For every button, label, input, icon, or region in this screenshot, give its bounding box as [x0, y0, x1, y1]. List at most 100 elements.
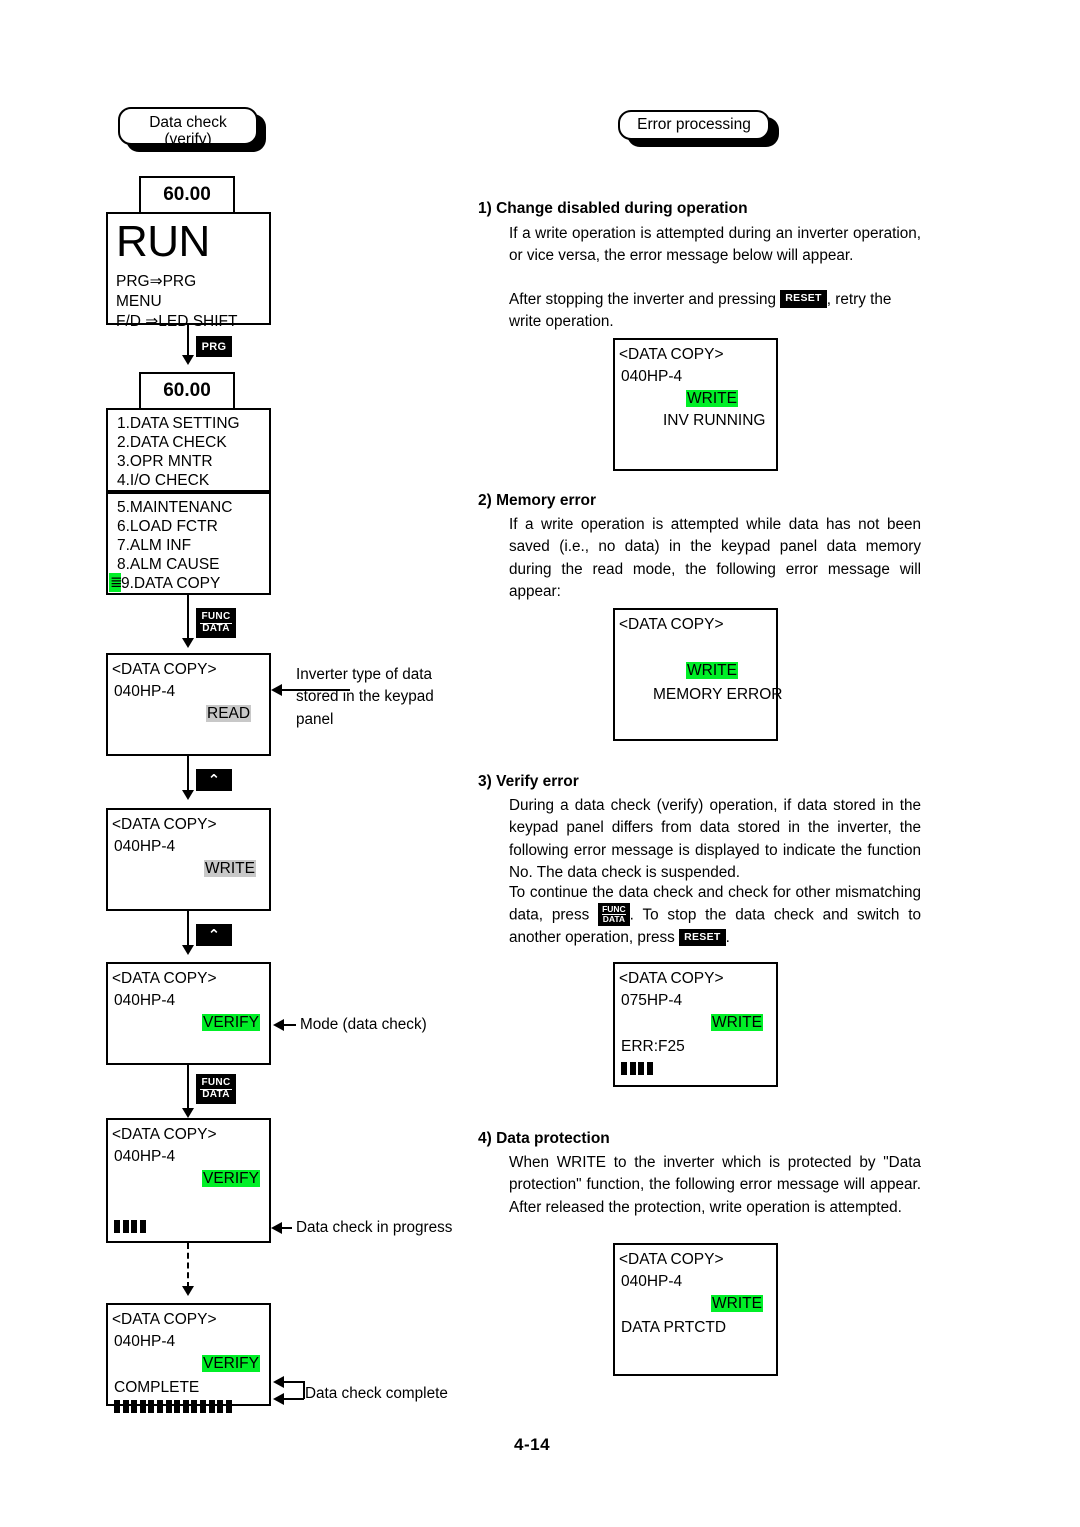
lcd-run-title: RUN	[116, 217, 210, 266]
lcd-progress-title: <DATA COPY>	[112, 1126, 217, 1143]
lcd-error-4-mode: WRITE	[711, 1295, 763, 1312]
lcd-write-title: <DATA COPY>	[112, 816, 217, 833]
func-data-key-inline[interactable]: FUNC DATA	[598, 903, 630, 927]
callout-arrow-progress	[271, 1222, 282, 1234]
callout-arrow-read	[271, 684, 282, 696]
lcd-read-mode: READ	[206, 705, 252, 722]
lcd-complete-status: COMPLETE	[114, 1379, 200, 1396]
lcd-complete-model: 040HP-4	[114, 1333, 176, 1350]
lcd-error-1-mode: WRITE	[686, 390, 738, 407]
lcd-verify-mode: VERIFY	[202, 1014, 260, 1031]
lcd-error-4-title: <DATA COPY>	[619, 1251, 724, 1268]
banner-error-processing-label: Error processing	[637, 116, 751, 133]
callout-line-verify	[284, 1024, 296, 1026]
arrow-run-to-menu	[182, 355, 194, 365]
section-2-heading: 2) Memory error	[478, 492, 597, 509]
lcd-run-tab-value: 60.00	[163, 184, 211, 205]
key-up-button-2[interactable]: ⌃	[196, 924, 232, 946]
key-prg-label: PRG	[201, 340, 227, 353]
lcd-complete-bar	[114, 1400, 232, 1413]
lcd-progress-model: 040HP-4	[114, 1148, 176, 1165]
banner-data-check-line1: Data check	[149, 114, 227, 131]
callout-line-complete-1	[284, 1381, 304, 1383]
lcd-complete-screen: <DATA COPY> 040HP-4 VERIFY COMPLETE	[106, 1303, 271, 1413]
lcd-write-mode: WRITE	[204, 860, 256, 877]
lcd-write-screen: <DATA COPY> 040HP-4 WRITE	[106, 808, 271, 911]
callout-line-read	[282, 689, 350, 691]
lcd-error-1-title: <DATA COPY>	[619, 346, 724, 363]
lcd-complete-title: <DATA COPY>	[112, 1311, 217, 1328]
lcd-error-data-protect: <DATA COPY> 040HP-4 WRITE DATA PRTCTD	[613, 1243, 778, 1376]
lcd-error-3-bar	[621, 1062, 653, 1075]
callout-text-complete: Data check complete	[305, 1385, 448, 1402]
callout-line-complete-3	[303, 1381, 305, 1399]
lcd-error-2-title: <DATA COPY>	[619, 616, 724, 633]
connector-read-to-write	[187, 756, 189, 794]
callout-text-progress: Data check in progress	[296, 1219, 453, 1236]
lcd-error-3-mode: WRITE	[711, 1014, 763, 1031]
lcd-progress-bar	[114, 1220, 146, 1233]
banner-data-check: Data check (verify)	[118, 107, 258, 149]
lcd-error-3-message: ERR:F25	[621, 1038, 685, 1055]
key-func-data-button-1[interactable]: FUNC DATA	[196, 608, 236, 638]
connector-verify-to-progress	[187, 1065, 189, 1110]
menu-item-4[interactable]: 4.I/O CHECK	[117, 470, 209, 492]
callout-arrow-verify	[273, 1019, 284, 1031]
section-3-heading: 3) Verify error	[478, 773, 579, 790]
page-number: 4-14	[514, 1435, 551, 1454]
section-1-heading: 1) Change disabled during operation	[478, 200, 748, 217]
lcd-run-line3: F/D ⇒LED SHIFT	[116, 313, 238, 330]
key-up-button-1[interactable]: ⌃	[196, 769, 232, 791]
callout-text-read: Inverter type of data stored in the keyp…	[296, 666, 434, 728]
section-3-paragraph-b: To continue the data check and check for…	[509, 882, 921, 950]
lcd-verify-title: <DATA COPY>	[112, 970, 217, 987]
lcd-complete-mode: VERIFY	[202, 1355, 260, 1372]
callout-arrow-complete-2	[273, 1393, 284, 1405]
lcd-menu-group2: 5.MAINTENANC 6.LOAD FCTR 7.ALM INF 8.ALM…	[106, 492, 271, 595]
lcd-menu-tab-value: 60.00	[163, 380, 211, 401]
lcd-error-memory: <DATA COPY> WRITE MEMORY ERROR	[613, 608, 782, 741]
lcd-error-4-message: DATA PRTCTD	[621, 1319, 727, 1336]
arrow-write-to-verify	[182, 945, 194, 955]
lcd-error-1-model: 040HP-4	[621, 368, 683, 385]
lcd-menu-group1: 1.DATA SETTING 2.DATA CHECK 3.OPR MNTR 4…	[106, 408, 271, 492]
func-data-key-inline-bottom: DATA	[602, 914, 626, 925]
key-func-data-button-2[interactable]: FUNC DATA	[196, 1074, 236, 1104]
banner-data-check-line2: (verify)	[164, 131, 212, 149]
key-func-data-bottom-1: DATA	[202, 622, 230, 634]
lcd-error-1-message: INV RUNNING	[663, 412, 766, 429]
lcd-read-title: <DATA COPY>	[112, 661, 217, 678]
lcd-error-2-message: MEMORY ERROR	[653, 686, 783, 703]
arrow-read-to-write	[182, 790, 194, 800]
key-func-data-bottom-2: DATA	[202, 1088, 230, 1100]
lcd-error-inv-running: <DATA COPY> 040HP-4 WRITE INV RUNNING	[613, 338, 778, 471]
reset-key-inline-1[interactable]: RESET	[780, 290, 827, 308]
lcd-progress-mode: VERIFY	[202, 1170, 260, 1187]
banner-error-processing: Error processing	[618, 110, 770, 140]
menu-item-9[interactable]: 9.DATA COPY	[121, 573, 220, 595]
connector-progress-to-complete	[187, 1243, 189, 1288]
section-1-paragraph-a: If a write operation is attempted during…	[509, 225, 921, 265]
lcd-run-screen: RUN PRG⇒PRG MENU F/D ⇒LED SHIFT	[106, 212, 271, 330]
section-3-paragraph-a: During a data check (verify) operation, …	[509, 797, 921, 882]
key-up-icon-1: ⌃	[207, 772, 221, 789]
key-up-icon-2: ⌃	[207, 927, 221, 944]
lcd-error-verify: <DATA COPY> 075HP-4 WRITE ERR:F25	[613, 962, 778, 1087]
lcd-error-3-model: 075HP-4	[621, 992, 683, 1009]
lcd-run-tab: 60.00	[139, 176, 235, 214]
key-func-data-top-2: FUNC	[199, 1077, 233, 1090]
key-prg-button[interactable]: PRG	[196, 336, 232, 357]
reset-key-inline-2[interactable]: RESET	[679, 928, 726, 947]
callout-line-complete-2	[284, 1398, 304, 1400]
lcd-menu-tab: 60.00	[139, 372, 235, 410]
lcd-progress-screen: <DATA COPY> 040HP-4 VERIFY	[106, 1118, 271, 1243]
callout-line-progress	[282, 1227, 292, 1229]
section-3-paragraph-b-post: .	[725, 929, 730, 947]
connector-menu-to-read	[187, 595, 189, 640]
arrow-verify-to-progress	[182, 1108, 194, 1118]
section-2-paragraph-a: If a write operation is attempted while …	[509, 516, 921, 601]
lcd-read-screen: <DATA COPY> 040HP-4 READ	[106, 653, 271, 756]
arrow-progress-to-complete	[182, 1286, 194, 1296]
section-1-paragraph-b-pre: After stopping the inverter and pressing	[509, 291, 777, 308]
connector-write-to-verify	[187, 911, 189, 949]
